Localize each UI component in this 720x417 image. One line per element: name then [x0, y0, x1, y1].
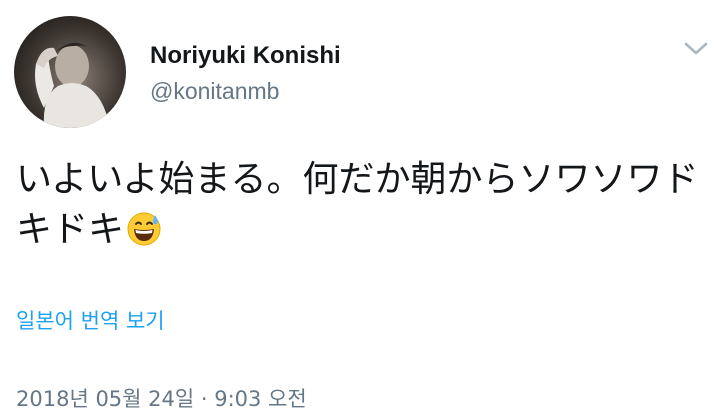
author-handle[interactable]: @konitanmb [150, 78, 279, 105]
translate-tweet-link[interactable]: 일본어 번역 보기 [16, 305, 165, 335]
author-name[interactable]: Noriyuki Konishi [150, 42, 341, 70]
tweet-text: いよいよ始まる。何だか朝からソワソワドキドキ [16, 155, 708, 255]
tweet-text-body: いよいよ始まる。何だか朝からソワソワドキドキ [16, 159, 699, 250]
author-avatar[interactable] [14, 16, 126, 128]
chevron-down-icon [684, 42, 708, 55]
tweet-menu-button[interactable] [682, 38, 710, 60]
profile-photo-icon [35, 42, 110, 128]
grinning-face-with-sweat-icon [126, 211, 162, 247]
tweet-timestamp[interactable]: 2018년 05월 24일 · 9:03 오전 [16, 383, 307, 413]
tweet-card: Noriyuki Konishi @konitanmb いよいよ始まる。何だか朝… [0, 0, 720, 417]
